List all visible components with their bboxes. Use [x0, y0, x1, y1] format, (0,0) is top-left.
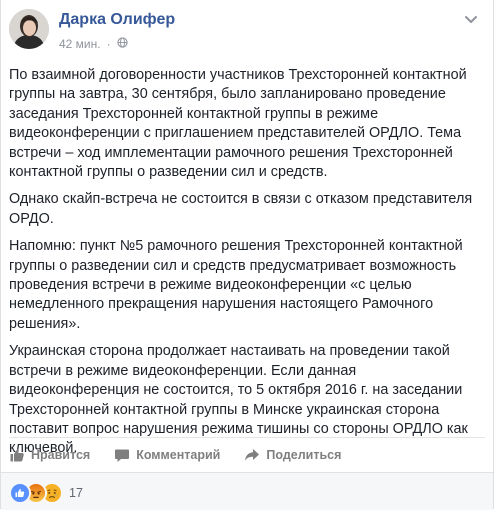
post-paragraph: Однако скайп-встреча не состоится в связ…: [9, 191, 473, 227]
like-button[interactable]: Нравится: [9, 447, 90, 463]
meta-separator: ·: [106, 37, 111, 51]
share-button[interactable]: Поделиться: [244, 447, 341, 463]
like-icon: [9, 482, 31, 504]
thumbs-up-icon: [9, 447, 25, 463]
comment-label: Комментарий: [136, 448, 221, 462]
chevron-down-icon[interactable]: [463, 11, 479, 27]
post-paragraph: Напомню: пункт №5 рамочного решения Трех…: [9, 238, 463, 332]
facebook-post: Дарка Олифер 42 мин. · По взаимной догов…: [0, 0, 494, 510]
author-name[interactable]: Дарка Олифер: [59, 11, 175, 29]
author-avatar[interactable]: [9, 9, 49, 49]
post-timestamp[interactable]: 42 мин.: [59, 37, 101, 51]
post-actions: Нравится Комментарий Поделиться: [9, 438, 487, 472]
reactions-summary[interactable]: 17: [9, 482, 83, 504]
post-header: Дарка Олифер 42 мин. ·: [9, 9, 487, 59]
post-paragraph: По взаимной договоренности участников Тр…: [9, 67, 467, 181]
globe-icon: [116, 37, 128, 51]
post-body: По взаимной договоренности участников Тр…: [9, 66, 487, 467]
share-label: Поделиться: [266, 448, 342, 462]
reactions-bar: 17: [1, 472, 493, 510]
comment-icon: [114, 447, 130, 463]
like-label: Нравится: [31, 448, 91, 462]
avatar-image: [9, 9, 49, 49]
post-meta: 42 мин. ·: [59, 37, 128, 51]
share-icon: [244, 447, 260, 463]
reaction-count[interactable]: 17: [69, 486, 83, 500]
comment-button[interactable]: Комментарий: [114, 447, 220, 463]
